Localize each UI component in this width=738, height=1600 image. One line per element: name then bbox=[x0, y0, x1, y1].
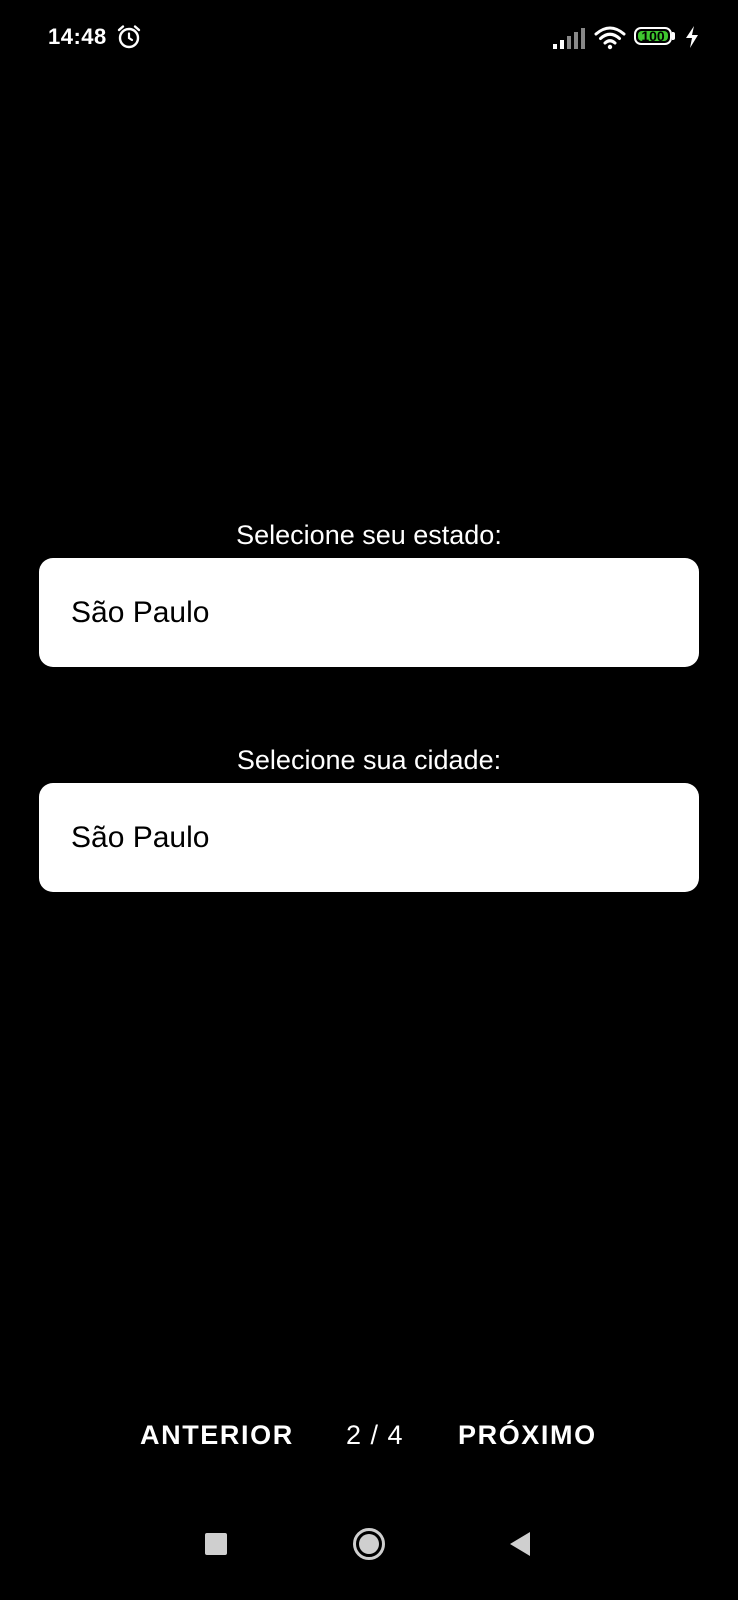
status-time: 14:48 bbox=[48, 24, 107, 49]
status-bar: 14:48 100 bbox=[0, 0, 738, 74]
wizard-footer: ANTERIOR 2 / 4 PRÓXIMO bbox=[0, 1420, 738, 1460]
system-navigation-bar bbox=[0, 1520, 738, 1600]
battery-icon: 100 bbox=[634, 27, 676, 47]
signal-icon bbox=[553, 28, 585, 49]
previous-button[interactable]: ANTERIOR bbox=[140, 1420, 294, 1451]
city-label: Selecione sua cidade: bbox=[236, 745, 502, 775]
home-icon[interactable] bbox=[352, 1527, 386, 1561]
wifi-icon bbox=[594, 26, 626, 50]
page-indicator: 2 / 4 bbox=[346, 1420, 404, 1450]
battery-percentage: 100 bbox=[641, 28, 665, 44]
alarm-icon bbox=[117, 25, 141, 49]
recent-apps-icon[interactable] bbox=[205, 1533, 227, 1555]
city-select[interactable]: São Paulo bbox=[39, 783, 699, 892]
battery-tip bbox=[672, 32, 675, 40]
city-selected-value: São Paulo bbox=[71, 820, 210, 854]
state-select[interactable]: São Paulo bbox=[39, 558, 699, 667]
back-icon[interactable] bbox=[508, 1531, 532, 1557]
next-button[interactable]: PRÓXIMO bbox=[458, 1420, 597, 1451]
state-label: Selecione seu estado: bbox=[236, 520, 502, 550]
charging-icon bbox=[686, 26, 698, 48]
state-selected-value: São Paulo bbox=[71, 595, 210, 629]
